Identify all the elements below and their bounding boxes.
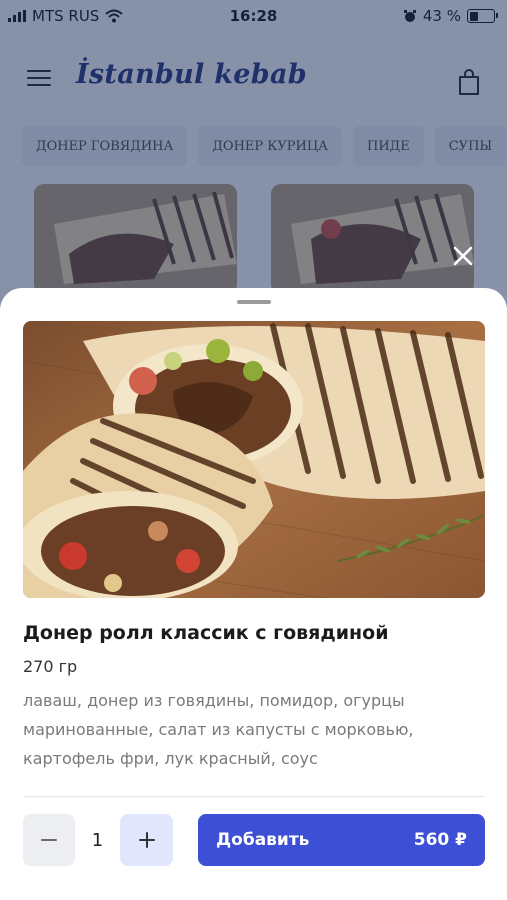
product-description: лаваш, донер из говядины, помидор, огурц…: [23, 691, 414, 768]
product-title: Донер ролл классик с говядиной: [23, 622, 389, 644]
product-weight: 270 гр: [23, 657, 78, 676]
divider: [23, 796, 485, 797]
quantity-decrease-button[interactable]: [23, 814, 75, 866]
add-to-cart-button[interactable]: Добавить 560 ₽: [198, 814, 485, 866]
add-button-price: 560 ₽: [413, 830, 467, 850]
product-sheet: Донер ролл классик с говядиной 270 гр ла…: [0, 288, 507, 900]
add-button-label: Добавить: [216, 830, 310, 850]
close-icon[interactable]: [449, 242, 477, 270]
sheet-drag-handle[interactable]: [237, 300, 271, 304]
quantity-value: 1: [91, 829, 104, 851]
minus-icon: [41, 839, 57, 841]
product-image: [23, 321, 485, 598]
plus-icon: [138, 832, 155, 848]
quantity-increase-button[interactable]: [120, 814, 173, 866]
